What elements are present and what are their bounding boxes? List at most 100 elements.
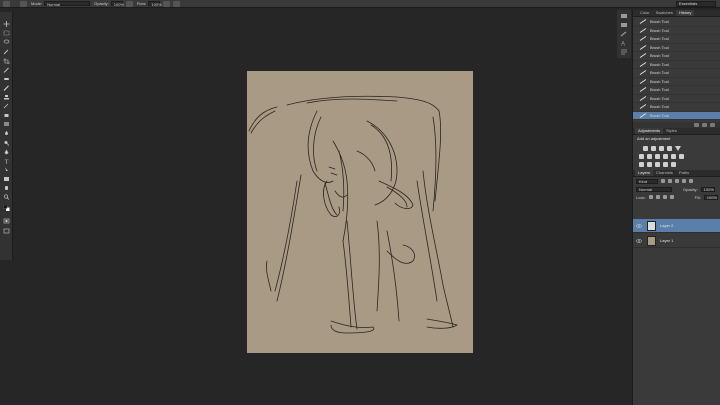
lock-all-icon[interactable] — [669, 195, 674, 199]
layer-row[interactable]: Layer 1 — [633, 234, 720, 248]
opacity-value: 100% — [113, 2, 125, 7]
exposure-icon[interactable] — [667, 146, 672, 151]
properties-panel-icon[interactable] — [620, 22, 628, 28]
history-state[interactable]: Brush Tool — [633, 103, 720, 112]
filter-pixel-icon[interactable] — [661, 179, 665, 183]
pressure-size-icon[interactable] — [173, 0, 181, 7]
blur-icon[interactable] — [3, 130, 10, 136]
opacity-field[interactable]: 100% — [110, 1, 125, 7]
marquee-icon[interactable] — [3, 30, 10, 36]
eye-icon[interactable] — [636, 223, 642, 228]
history-panel-icon[interactable] — [620, 13, 628, 19]
history-state[interactable]: Brush Tool — [633, 95, 720, 103]
invert-icon[interactable] — [639, 162, 644, 167]
color-lookup-icon[interactable] — [679, 154, 684, 159]
brush-preset-picker[interactable] — [20, 0, 27, 7]
gradient-icon[interactable] — [3, 121, 10, 127]
history-state[interactable]: Brush Tool — [633, 52, 720, 61]
paragraph-panel-icon[interactable] — [620, 49, 628, 55]
filter-shape-icon[interactable] — [682, 179, 686, 183]
pen-icon[interactable] — [3, 149, 10, 155]
history-state[interactable]: Brush Tool — [633, 44, 720, 52]
lock-position-icon[interactable] — [662, 195, 667, 199]
eraser-icon[interactable] — [3, 112, 10, 118]
quick-mask-icon[interactable] — [3, 218, 10, 224]
lock-transparent-icon[interactable] — [648, 195, 653, 199]
gradient-map-icon[interactable] — [671, 162, 676, 167]
zoom-icon[interactable] — [3, 194, 10, 200]
selective-color-icon[interactable] — [663, 162, 668, 167]
levels-icon[interactable] — [651, 146, 656, 151]
tab-swatches[interactable]: Swatches — [653, 10, 676, 16]
shape-icon[interactable] — [3, 176, 10, 182]
tab-layers[interactable]: Layers — [635, 170, 654, 176]
healing-icon[interactable] — [3, 76, 10, 82]
screen-mode-icon[interactable] — [3, 228, 10, 234]
history-state[interactable]: Brush Tool — [633, 61, 720, 69]
filter-type-icon[interactable] — [675, 179, 679, 183]
filter-smart-object-icon[interactable] — [689, 179, 693, 183]
trash-icon[interactable] — [710, 123, 715, 127]
tab-styles[interactable]: Styles — [663, 128, 680, 134]
layer-filter-row: Kind — [633, 177, 720, 185]
move-icon[interactable] — [3, 21, 10, 27]
photo-filter-icon[interactable] — [663, 154, 668, 159]
eye-icon[interactable] — [636, 238, 642, 243]
history-state[interactable]: Brush Tool — [633, 69, 720, 78]
quick-select-icon[interactable] — [3, 49, 10, 55]
flow-field[interactable]: 100% — [148, 1, 162, 7]
tool-preset-picker[interactable] — [3, 0, 10, 7]
canvas-document[interactable] — [247, 71, 473, 353]
posterize-icon[interactable] — [647, 162, 652, 167]
tab-history[interactable]: History — [675, 10, 695, 16]
threshold-icon[interactable] — [655, 162, 660, 167]
new-document-from-state-icon[interactable] — [694, 123, 699, 127]
layer-kind-filter[interactable]: Kind — [636, 178, 658, 184]
channel-mixer-icon[interactable] — [671, 154, 676, 159]
lock-image-icon[interactable] — [655, 195, 660, 199]
history-state[interactable]: Brush Tool — [633, 86, 720, 95]
history-state[interactable]: Brush Tool — [633, 27, 720, 35]
history-state-label: Brush Tool — [650, 112, 669, 118]
filter-adjustment-icon[interactable] — [668, 179, 672, 183]
brush-icon[interactable] — [3, 85, 10, 91]
hue-saturation-icon[interactable] — [639, 154, 644, 159]
dodge-icon[interactable] — [3, 140, 10, 146]
airbrush-icon[interactable] — [163, 0, 171, 7]
blend-mode-select[interactable]: Normal — [636, 186, 672, 192]
fill-field[interactable]: 100% — [703, 194, 718, 200]
black-white-icon[interactable] — [655, 154, 660, 159]
brush-icon — [639, 112, 647, 118]
tab-adjustments[interactable]: Adjustments — [635, 128, 664, 134]
curves-icon[interactable] — [659, 146, 664, 151]
tab-color[interactable]: Color — [637, 10, 653, 16]
brightness-icon[interactable] — [643, 146, 648, 151]
type-icon[interactable]: T — [3, 158, 10, 165]
options-bar: Mode: Normal Opacity: 100% Flow: 100% Es… — [0, 0, 720, 8]
pressure-opacity-icon[interactable] — [125, 0, 133, 7]
eyedropper-icon[interactable] — [3, 67, 10, 73]
history-state[interactable]: Brush Tool — [633, 111, 720, 120]
foreground-background-colors[interactable] — [3, 205, 10, 211]
vibrance-icon[interactable] — [675, 146, 681, 151]
hand-icon[interactable] — [3, 185, 10, 191]
tab-paths[interactable]: Paths — [676, 170, 692, 176]
history-state[interactable]: Brush Tool — [633, 78, 720, 86]
history-state[interactable]: Brush Tool — [633, 35, 720, 44]
path-select-icon[interactable] — [3, 167, 10, 173]
history-state-label: Brush Tool — [650, 95, 669, 101]
history-state[interactable]: Brush Tool — [633, 18, 720, 27]
crop-icon[interactable] — [3, 58, 10, 64]
lasso-icon[interactable] — [3, 39, 10, 45]
snapshot-icon[interactable] — [702, 123, 707, 127]
history-brush-icon[interactable] — [3, 103, 10, 109]
tab-channels[interactable]: Channels — [653, 170, 676, 176]
mode-select[interactable]: Normal — [44, 1, 91, 7]
stamp-icon[interactable] — [3, 94, 10, 100]
layer-row[interactable]: Layer 2 — [633, 219, 720, 233]
color-balance-icon[interactable] — [647, 154, 652, 159]
layer-opacity-field[interactable]: 100% — [700, 186, 715, 192]
character-panel-icon[interactable]: A — [620, 40, 628, 47]
brush-panel-icon[interactable] — [620, 31, 628, 37]
workspace-select[interactable]: Essentials — [676, 1, 716, 7]
